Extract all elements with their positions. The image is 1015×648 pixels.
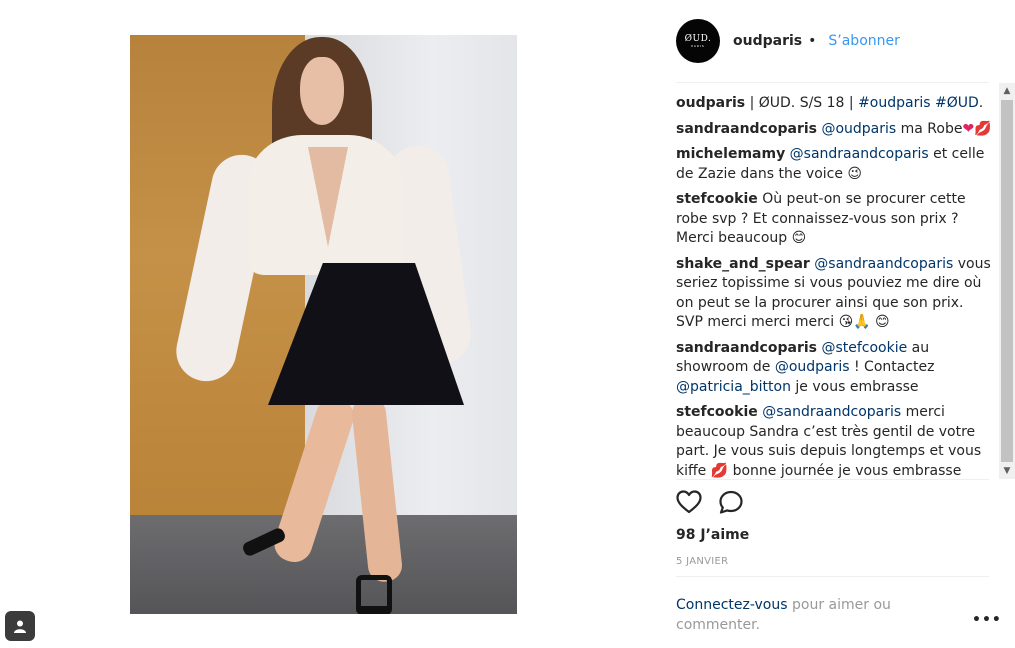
comment-text: . [978,95,984,111]
comment-author-link[interactable]: michelemamy [676,146,785,162]
photo-neckline [308,147,348,247]
divider [676,576,989,577]
follow-button[interactable]: S’abonner [828,33,899,49]
divider [676,82,989,83]
avatar[interactable]: ØUD. PARIS [676,19,720,63]
comment-text: je vous embrasse [790,378,919,395]
avatar-brand: ØUD. [684,33,712,44]
post-header: ØUD. PARIS oudparis • S’abonner [676,18,991,64]
post-photo[interactable] [130,35,517,614]
comment-author-link[interactable]: sandraandcoparis [676,340,817,356]
mention-link[interactable]: @sandraandcoparis [814,256,953,272]
comment-item: sandraandcoparis @oudparis ma Robe❤💋 [676,120,996,140]
action-bar [676,490,744,514]
comment-author-link[interactable]: stefcookie [676,404,758,420]
comment-author-link[interactable]: sandraandcoparis [676,121,817,137]
scroll-thumb[interactable] [1001,100,1013,462]
comment-text: ma Robe [896,120,963,137]
comment-text: | ØUD. S/S 18 | [745,95,859,111]
comment-item: sandraandcoparis @stefcookie au showroom… [676,339,996,398]
comment-author-link[interactable]: oudparis [676,95,745,111]
scroll-up-arrow-icon[interactable]: ▲ [999,83,1015,99]
photo-shoe-right [356,575,392,614]
scroll-down-arrow-icon[interactable]: ▼ [999,463,1015,479]
mention-link[interactable]: @patricia_bitton [676,379,791,395]
like-count[interactable]: 98 J’aime [676,527,749,543]
photo-face [300,57,344,125]
login-link[interactable]: Connectez-vous [676,597,788,613]
comment-author-link[interactable]: shake_and_spear [676,256,810,272]
mention-link[interactable]: #oudparis [858,95,930,111]
mention-link[interactable]: @stefcookie [821,340,907,356]
mention-link[interactable]: @sandraandcoparis [790,146,929,162]
comment-list[interactable]: oudparis | ØUD. S/S 18 | #oudparis #ØUD.… [676,94,996,480]
mention-link[interactable]: #ØUD [935,95,979,111]
separator-dot: • [808,33,817,49]
emoji: ❤💋 [962,120,992,137]
comment-item: shake_and_spear @sandraandcoparis vous s… [676,255,996,333]
divider [676,479,989,480]
photo-floor [130,515,517,614]
comments-scrollbar[interactable]: ▲ ▼ [999,83,1015,479]
comment-item: oudparis | ØUD. S/S 18 | #oudparis #ØUD. [676,94,996,114]
avatar-sub: PARIS [691,43,705,48]
login-prompt: Connectez-vous pour aimer ou commenter. [676,596,916,635]
mention-link[interactable]: @oudparis [775,359,850,375]
comment-author-link[interactable]: stefcookie [676,191,758,207]
comment-text: ! Contactez [849,359,935,375]
comment-item: stefcookie @sandraandcoparis merci beauc… [676,403,996,480]
heart-outline-icon[interactable] [676,490,702,514]
comment-item: michelemamy @sandraandcoparis et celle d… [676,145,996,184]
more-options-button[interactable]: ••• [972,612,1002,628]
person-badge-icon[interactable] [5,611,35,641]
mention-link[interactable]: @sandraandcoparis [762,404,901,420]
speech-bubble-icon[interactable] [718,490,744,514]
comment-item: stefcookie Où peut-on se procurer cette … [676,190,996,249]
username-link[interactable]: oudparis [733,33,802,49]
mention-link[interactable]: @oudparis [821,121,896,137]
post-date[interactable]: 5 JANVIER [676,556,728,567]
